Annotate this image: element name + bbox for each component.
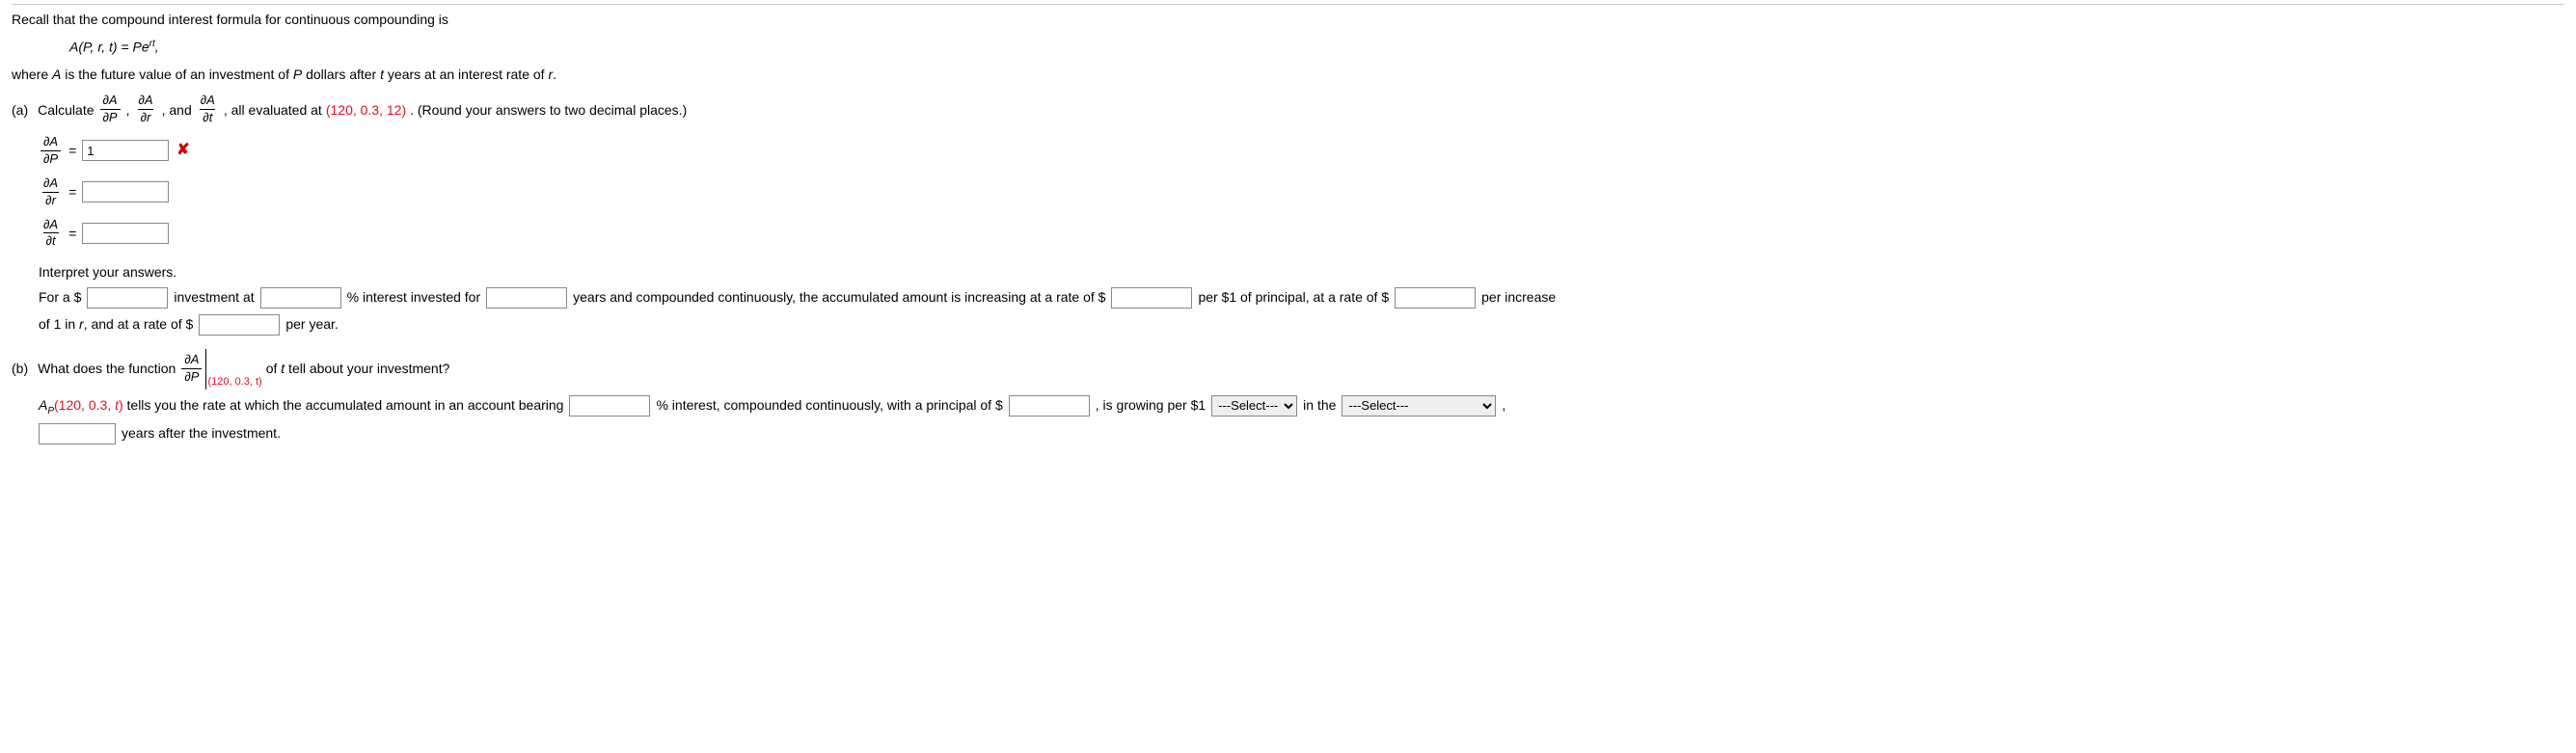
calc-word: Calculate (38, 101, 94, 119)
t: % interest invested for (347, 288, 481, 306)
interp-rate-input[interactable] (260, 287, 341, 309)
num: ∂A (41, 217, 61, 233)
formula-comma: , (155, 40, 159, 55)
answer-row-dadt: ∂A∂t = (39, 217, 2564, 251)
t: in the (1303, 396, 1336, 414)
num: ∂A (41, 134, 61, 150)
frac-dadr-a: ∂A∂r (41, 175, 61, 209)
t: years and compounded continuously, the a… (573, 288, 1105, 306)
formula: A(P, r, t) = Pert, (69, 38, 2564, 56)
t: of 1 in (39, 316, 79, 332)
t: investment at (174, 288, 254, 306)
num: ∂A (100, 93, 121, 109)
den: ∂P (100, 109, 121, 126)
frac-dadr: ∂A∂r (136, 93, 156, 126)
var-A: A (39, 397, 47, 413)
t: dollars after (302, 67, 380, 82)
dadp-input[interactable] (82, 140, 169, 161)
t: , and at a rate of $ (84, 316, 194, 332)
part-b-line3: years after the investment. (39, 423, 2564, 444)
den: ∂t (200, 109, 215, 126)
answer-row-dadr: ∂A∂r = (39, 175, 2564, 209)
t: is the future value of an investment of (61, 67, 292, 82)
eq: = (68, 142, 76, 159)
frac-dadt-a: ∂A∂t (41, 217, 61, 251)
comma: , (126, 101, 130, 119)
eq: = (68, 225, 76, 242)
pb-principal-input[interactable] (1009, 395, 1090, 417)
pb-q1: What does the function (38, 360, 176, 377)
var-A: A (52, 67, 61, 82)
num: ∂A (181, 352, 202, 368)
frac-dadt: ∂A∂t (198, 93, 218, 126)
t: tells you the rate at which the accumula… (123, 397, 564, 413)
dadr-input[interactable] (82, 181, 169, 202)
interp-rate1-input[interactable] (1111, 287, 1192, 309)
t: years after the investment. (122, 424, 281, 442)
intro-line1: Recall that the compound interest formul… (12, 12, 448, 27)
interp-invest-input[interactable] (87, 287, 168, 309)
part-b-label: (b) (12, 360, 28, 377)
pb-select2[interactable]: ---Select--- (1342, 395, 1496, 417)
eval-b: . (Round your answers to two decimal pla… (410, 101, 687, 119)
arg: (120, 0.3, (54, 397, 115, 413)
pb-years-input[interactable] (39, 423, 116, 444)
eval-a: , all evaluated at (224, 101, 322, 119)
t: per $1 of principal, at a rate of $ (1198, 288, 1389, 306)
interp-rate3-input[interactable] (199, 314, 280, 336)
interp-years-input[interactable] (486, 287, 567, 309)
frac-dadp: ∂A∂P (100, 93, 121, 126)
t: tell about your investment? (285, 361, 449, 376)
x-mark-icon: ✘ (176, 141, 189, 161)
t: per year. (285, 315, 338, 333)
pb-select1[interactable]: ---Select--- (1211, 395, 1297, 417)
pb-percent-input[interactable] (569, 395, 650, 417)
frac-dadp-b: ∂A∂P (181, 352, 202, 386)
num: ∂A (41, 175, 61, 192)
den: ∂P (41, 150, 61, 168)
den: ∂r (138, 109, 154, 126)
t: years at an interest rate of (384, 67, 548, 82)
t: per increase (1481, 288, 1556, 306)
interp-rate2-input[interactable] (1395, 287, 1476, 309)
t: where (12, 67, 52, 82)
eval-pipe-icon (205, 349, 206, 390)
den: ∂r (42, 192, 59, 209)
interpret-line2: of 1 in r, and at a rate of $ per year. (39, 314, 2564, 336)
dadt-input[interactable] (82, 223, 169, 244)
part-b-line2: AP(120, 0.3, t) tells you the rate at wh… (39, 395, 2564, 417)
t: of (266, 361, 282, 376)
interpret-line1: For a $ investment at % interest investe… (39, 287, 2564, 309)
num: ∂A (198, 93, 218, 109)
t: , (1502, 396, 1505, 414)
t: . (553, 67, 556, 82)
and: , and (162, 101, 192, 119)
eval-point: (120, 0.3, 12) (326, 101, 406, 119)
den: ∂t (43, 232, 59, 250)
den: ∂P (181, 368, 202, 386)
num: ∂A (136, 93, 156, 109)
part-a-prompt: (a) Calculate ∂A∂P, ∂A∂r, and ∂A∂t , all… (12, 93, 2564, 126)
eval-sub: (120, 0.3, t) (207, 375, 261, 389)
t: , is growing per $1 (1096, 396, 1206, 414)
answer-row-dadp: ∂A∂P = ✘ (39, 134, 2564, 168)
eval-bar: ∂A∂P (120, 0.3, t) (179, 349, 261, 390)
var-P: P (293, 67, 302, 82)
formula-lhs: A(P, r, t) = Pe (69, 40, 149, 55)
t: % interest, compounded continuously, wit… (656, 396, 1002, 414)
sub-P: P (47, 406, 54, 417)
part-a-label: (a) (12, 101, 28, 119)
part-b-prompt: (b) What does the function ∂A∂P (120, 0.… (12, 349, 2564, 390)
t: For a $ (39, 288, 81, 306)
frac-dadp-a: ∂A∂P (41, 134, 61, 168)
intro-line2: where A is the future value of an invest… (12, 66, 2564, 83)
interpret-head: Interpret your answers. (39, 263, 2564, 281)
eq: = (68, 183, 76, 201)
